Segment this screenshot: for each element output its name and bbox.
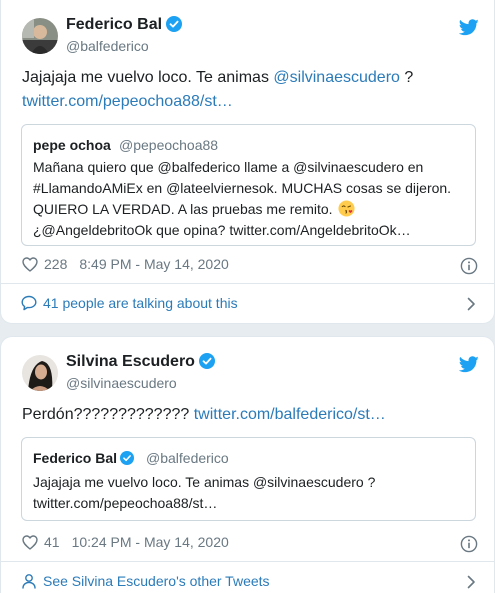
- quoted-tweet[interactable]: Federico Bal @balfederico Jajajaja me vu…: [21, 437, 476, 521]
- twitter-bird-icon[interactable]: [459, 356, 479, 373]
- tweet-text: Jajajaja me vuelvo loco. Te animas @silv…: [22, 66, 413, 90]
- tweet-url-link[interactable]: twitter.com/pepeochoa88/st…: [22, 90, 233, 114]
- author-name[interactable]: Federico Bal: [66, 16, 183, 34]
- author-handle[interactable]: @balfederico: [66, 38, 149, 54]
- avatar[interactable]: [22, 355, 58, 391]
- tweet-text-end: ?: [399, 69, 414, 86]
- mention-link[interactable]: @silvinaescudero: [273, 69, 400, 86]
- tweet-text-plain: Jajajaja me vuelvo loco. Te animas: [22, 69, 274, 86]
- timestamp[interactable]: 10:24 PM - May 14, 2020: [72, 534, 229, 550]
- tweet-text: Perdón????????????? twitter.com/balfeder…: [22, 403, 386, 427]
- chevron-right-icon[interactable]: [466, 575, 476, 589]
- other-tweets-link[interactable]: See Silvina Escudero's other Tweets: [21, 573, 270, 589]
- author-name-text: Silvina Escudero: [66, 353, 195, 370]
- heart-icon[interactable]: [22, 534, 38, 550]
- heart-icon[interactable]: [22, 256, 38, 272]
- other-tweets-link-text: See Silvina Escudero's other Tweets: [43, 573, 270, 589]
- quoted-line-3-text: QUIERO LA VERDAD. A las pruebas me remit…: [33, 201, 333, 217]
- tweet-card-2: Silvina Escudero @silvinaescudero Perdón…: [0, 336, 495, 593]
- tweet-meta: 41 10:24 PM - May 14, 2020: [22, 534, 229, 550]
- chevron-right-icon[interactable]: [466, 297, 476, 311]
- divider: [1, 283, 494, 284]
- quoted-author-name-text: Federico Bal: [33, 450, 118, 466]
- conversation-link[interactable]: 41 people are talking about this: [21, 295, 238, 311]
- like-count[interactable]: 41: [44, 534, 60, 550]
- quoted-line-3: QUIERO LA VERDAD. A las pruebas me remit…: [33, 199, 355, 220]
- quoted-tweet[interactable]: pepe ochoa @pepeochoa88 Mañana quiero qu…: [21, 124, 476, 246]
- quoted-line-1: Mañana quiero que @balfederico llame a @…: [33, 159, 424, 175]
- verified-badge-icon: [198, 353, 215, 369]
- quoted-author-handle: @pepeochoa88: [119, 137, 219, 153]
- divider: [1, 561, 494, 562]
- quoted-line-4: ¿@AngeldebritoOk que opina? twitter.com/…: [33, 222, 411, 238]
- speech-bubble-icon: [21, 295, 37, 311]
- twitter-bird-icon[interactable]: [459, 19, 479, 36]
- tweet-text-plain: Perdón?????????????: [22, 406, 194, 423]
- timestamp[interactable]: 8:49 PM - May 14, 2020: [79, 256, 228, 272]
- like-count[interactable]: 228: [44, 256, 67, 272]
- verified-badge-icon: [166, 16, 183, 32]
- tweet-url-link[interactable]: twitter.com/balfederico/st…: [194, 406, 386, 423]
- tweet-card-1: Federico Bal @balfederico Jajajaja me vu…: [0, 0, 495, 324]
- quoted-line-2: #LlamandoAMiEx en @lateelviernesok. MUCH…: [33, 180, 452, 196]
- verified-badge-icon: [120, 451, 135, 465]
- author-name[interactable]: Silvina Escudero: [66, 353, 215, 371]
- avatar[interactable]: [22, 18, 58, 54]
- quoted-author-handle: @balfederico: [146, 450, 229, 466]
- tweet-meta: 228 8:49 PM - May 14, 2020: [22, 256, 229, 272]
- author-name-text: Federico Bal: [66, 16, 163, 33]
- info-icon[interactable]: [460, 535, 478, 553]
- quoted-line-2: twitter.com/pepeochoa88/st…: [33, 495, 218, 511]
- info-icon[interactable]: [460, 257, 478, 275]
- quoted-line-1: Jajajaja me vuelvo loco. Te animas @silv…: [33, 474, 376, 490]
- author-handle[interactable]: @silvinaescudero: [66, 375, 177, 391]
- quoted-author-name: Federico Bal: [33, 450, 135, 466]
- quoted-author-name: pepe ochoa: [33, 137, 111, 153]
- person-icon: [21, 573, 37, 589]
- kiss-emoji-icon: [338, 200, 355, 217]
- conversation-link-text: 41 people are talking about this: [43, 295, 238, 311]
